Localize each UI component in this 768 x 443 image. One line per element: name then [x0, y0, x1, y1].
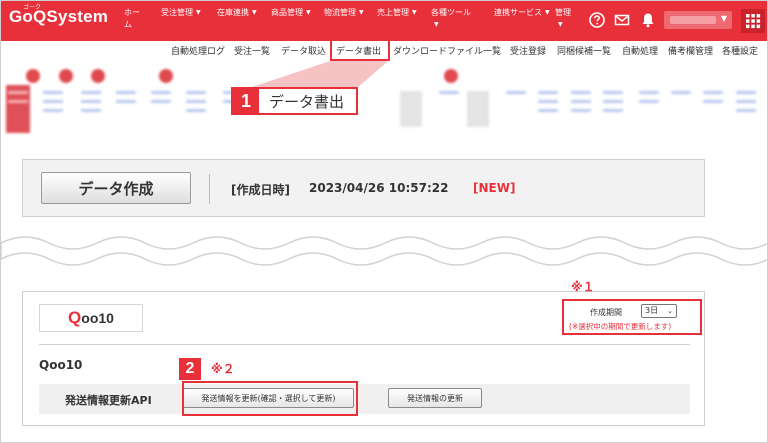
function-tile[interactable] [637, 85, 661, 133]
function-tile[interactable] [569, 85, 593, 133]
notification-dot [26, 69, 40, 83]
account-name-blurred [670, 16, 716, 24]
create-data-button[interactable]: データ作成 [41, 172, 191, 204]
note-marker-1: ※１ [571, 280, 595, 294]
creation-period-highlight: 作成期間 3日 ⌄ (※選択中の期間で更新します) [562, 299, 702, 335]
function-tile[interactable] [437, 85, 461, 133]
callout-step-1: 1 データ書出 [231, 87, 359, 115]
creation-period-hint: (※選択中の期間で更新します) [569, 322, 672, 331]
update-shipping-button[interactable]: 発送情報の更新 [388, 388, 482, 408]
callout-number: 1 [233, 89, 259, 113]
created-datetime-value: 2023/04/26 10:57:22 [309, 181, 449, 195]
nav-order-management[interactable]: 受注管理 ▼ [161, 7, 201, 19]
chevron-down-icon: ▼ [720, 14, 727, 23]
qoo10-shop-panel: Qoo10 ※１ 作成期間 3日 ⌄ (※選択中の期間で更新します) Qoo10… [22, 280, 705, 426]
chevron-down-icon: ▼ [252, 9, 257, 16]
chevron-down-icon: ▼ [545, 9, 550, 16]
chevron-down-icon: ⌄ [667, 307, 673, 315]
qoo10-logo-q: Q [68, 308, 82, 327]
nav-order-label: 受注管理 [161, 8, 193, 17]
nav-admin[interactable]: 管理 ▼ [555, 7, 575, 31]
nav-logistics-management[interactable]: 物流管理 ▼ [324, 7, 364, 19]
account-menu[interactable]: ▼ [664, 11, 732, 29]
nav-product-label: 商品管理 [271, 8, 303, 17]
chevron-down-icon: ▼ [359, 9, 364, 16]
nav-sales-management[interactable]: 売上管理 ▼ [377, 7, 417, 19]
nav-integration-services[interactable]: 連携サービス ▼ [494, 7, 550, 19]
callout-step-2-number: 2 [179, 358, 201, 380]
function-tile[interactable] [149, 85, 173, 133]
submenu-settings[interactable]: 各種設定 [722, 44, 758, 57]
chevron-down-icon: ▼ [412, 9, 417, 16]
function-tile[interactable] [669, 85, 693, 133]
function-tile[interactable] [601, 85, 625, 133]
nav-stock-label: 在庫連携 [217, 8, 249, 17]
chevron-down-icon: ▼ [558, 21, 563, 28]
bell-icon[interactable] [640, 12, 656, 28]
function-tile[interactable] [41, 85, 65, 133]
data-creation-panel: データ作成 [作成日時] 2023/04/26 10:57:22 [NEW] [22, 159, 705, 217]
submenu-auto-process[interactable]: 自動処理 [622, 44, 658, 57]
function-tile-disabled [467, 91, 489, 127]
notification-dot [91, 69, 105, 83]
function-tile[interactable] [6, 85, 30, 133]
screenshot-frame: ゴーク GoQSystem ホーム 受注管理 ▼ 在庫連携 ▼ 商品管理 ▼ 物流管理… [0, 0, 768, 443]
nav-admin-label: 管理 [555, 8, 571, 17]
function-tile[interactable] [184, 85, 208, 133]
callout-step-2-highlight [182, 381, 358, 416]
content-cut-divider [1, 236, 767, 266]
chevron-down-icon: ▼ [196, 9, 201, 16]
shop-name: Qoo10 [39, 358, 83, 372]
submenu-order-register[interactable]: 受注登録 [510, 44, 546, 57]
nav-home-label: ホーム [124, 8, 140, 29]
nav-home[interactable]: ホーム [124, 7, 146, 31]
nav-stock-sync[interactable]: 在庫連携 ▼ [217, 7, 257, 19]
logo-ruby: ゴーク [23, 5, 42, 11]
creation-period-label: 作成期間 [590, 308, 622, 317]
mail-icon[interactable] [614, 12, 630, 28]
nav-logistics-label: 物流管理 [324, 8, 356, 17]
active-submenu-highlight [330, 38, 390, 61]
period-select-value: 3日 [645, 306, 659, 315]
vertical-divider [209, 174, 210, 204]
submenu-download-file-list[interactable]: ダウンロードファイル一覧 [393, 44, 501, 57]
function-tile[interactable] [734, 85, 758, 133]
nav-sales-label: 売上管理 [377, 8, 409, 17]
app-grid-button[interactable] [741, 9, 765, 33]
qoo10-logo-rest: oo10 [81, 310, 114, 326]
callout-label: データ書出 [269, 92, 345, 111]
shipping-update-api-row: 発送情報更新API 発送情報を更新(確認・選択して更新) 発送情報の更新 [39, 384, 690, 414]
function-tile[interactable] [504, 85, 528, 133]
notification-dot [444, 69, 458, 83]
creation-period-select[interactable]: 3日 ⌄ [641, 304, 677, 318]
function-tile[interactable] [701, 85, 725, 133]
qoo10-logo: Qoo10 [39, 304, 143, 332]
function-tile[interactable] [114, 85, 138, 133]
notification-dot [159, 69, 173, 83]
function-tile[interactable] [79, 85, 103, 133]
created-datetime-label: [作成日時] [231, 183, 290, 197]
function-tile[interactable] [536, 85, 560, 133]
nav-tools[interactable]: 各種ツール ▼ [431, 7, 477, 31]
function-tile-disabled [400, 91, 422, 127]
notification-dot [59, 69, 73, 83]
submenu-remarks-management[interactable]: 備考欄管理 [668, 44, 713, 57]
chevron-down-icon: ▼ [306, 9, 311, 16]
nav-tools-label: 各種ツール [431, 8, 471, 17]
divider-line [39, 344, 690, 345]
grid-menu-icon [746, 14, 761, 29]
note-marker-2: ※２ [211, 362, 235, 376]
goq-system-logo[interactable]: ゴーク GoQSystem [9, 5, 108, 27]
chevron-down-icon: ▼ [434, 21, 439, 28]
help-icon[interactable] [589, 12, 605, 28]
shipping-update-api-label: 発送情報更新API [65, 394, 152, 407]
nav-integration-label: 連携サービス [494, 8, 542, 17]
new-badge: [NEW] [473, 181, 516, 195]
nav-product-management[interactable]: 商品管理 ▼ [271, 7, 311, 19]
submenu-bundle-candidates[interactable]: 同梱候補一覧 [557, 44, 611, 57]
top-navigation-bar: ゴーク GoQSystem ホーム 受注管理 ▼ 在庫連携 ▼ 商品管理 ▼ 物流管理… [1, 1, 767, 41]
